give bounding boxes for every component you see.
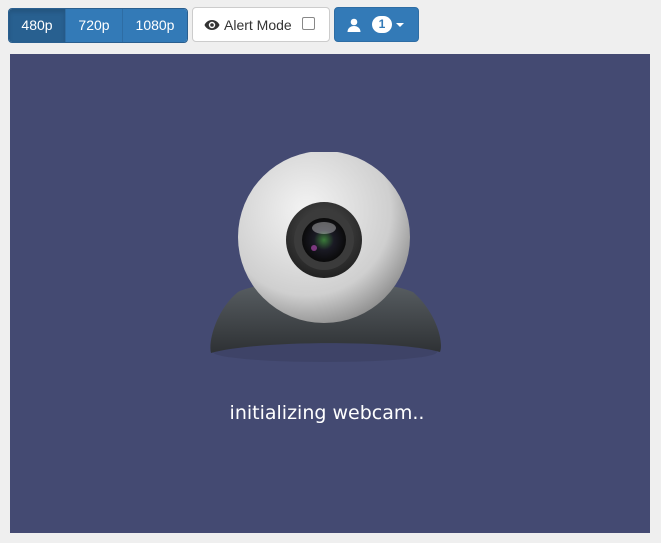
- users-dropdown-button[interactable]: 1: [334, 7, 419, 42]
- webcam-illustration: [210, 152, 441, 362]
- resolution-1080p-button[interactable]: 1080p: [123, 9, 187, 42]
- chevron-down-icon: [396, 22, 404, 27]
- resolution-720p-button[interactable]: 720p: [66, 9, 123, 42]
- webcam-video-panel: initializing webcam..: [10, 54, 650, 533]
- resolution-button-group: 480p 720p 1080p: [8, 8, 188, 43]
- alert-mode-toggle[interactable]: Alert Mode: [192, 7, 330, 42]
- alert-mode-label: Alert Mode: [224, 16, 292, 33]
- alert-mode-checkbox[interactable]: [301, 17, 315, 30]
- resolution-480p-button[interactable]: 480p: [9, 9, 66, 42]
- status-message: initializing webcam..: [229, 402, 425, 424]
- user-count-badge: 1: [372, 16, 392, 33]
- eye-icon: [204, 19, 220, 30]
- user-icon: [347, 18, 361, 32]
